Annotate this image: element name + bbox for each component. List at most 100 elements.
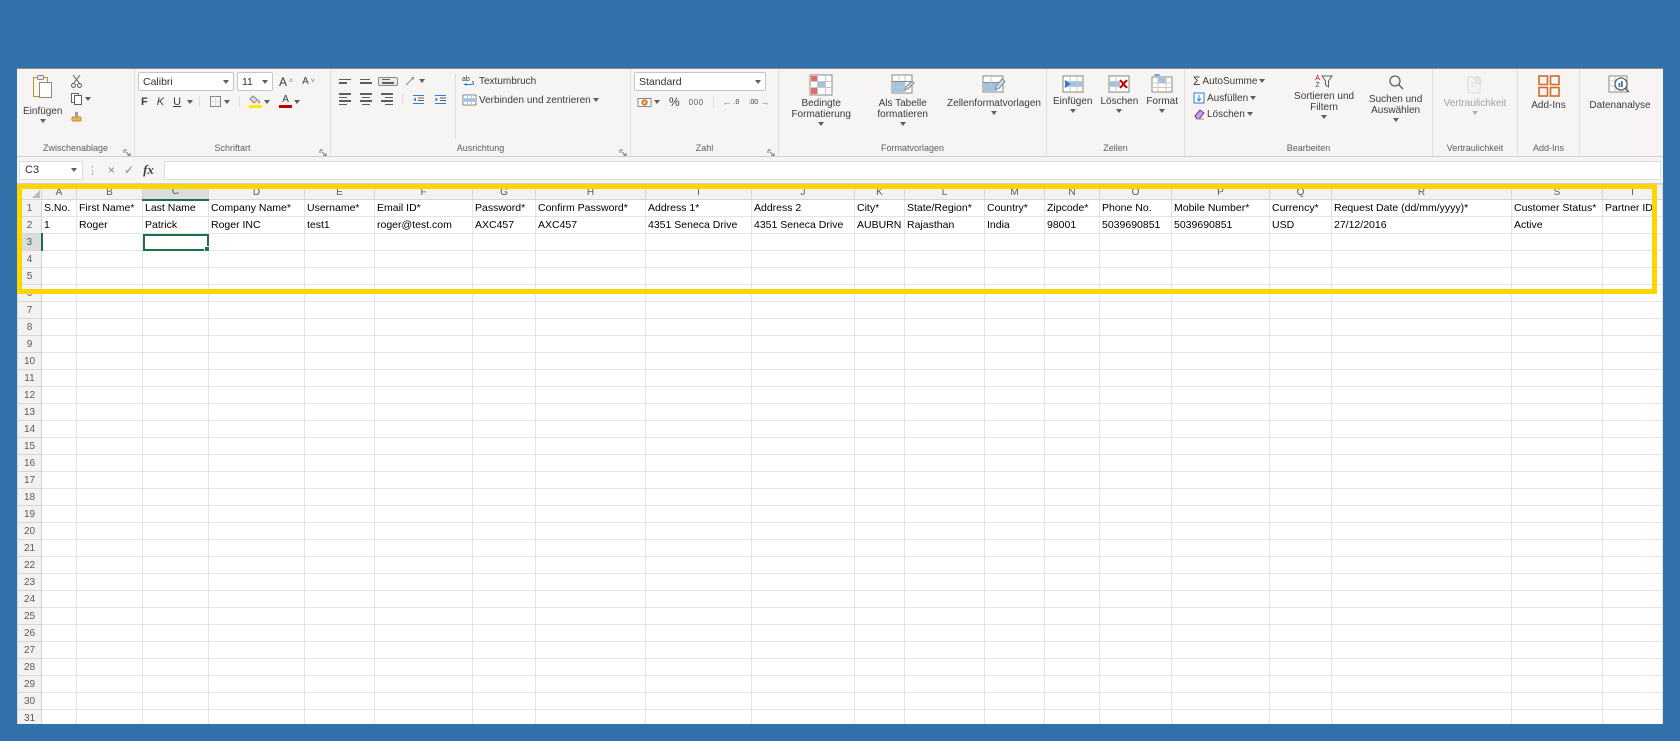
cell-T9[interactable] (1603, 336, 1663, 353)
cell-S18[interactable] (1512, 489, 1603, 506)
cell-A19[interactable] (42, 506, 77, 523)
cell-B30[interactable] (77, 693, 143, 710)
underline-button[interactable]: U (170, 95, 184, 109)
cell-R29[interactable] (1332, 676, 1512, 693)
align-bottom-button[interactable] (378, 77, 398, 86)
cell-C6[interactable] (143, 285, 209, 302)
cell-T6[interactable] (1603, 285, 1663, 302)
cell-G13[interactable] (473, 404, 536, 421)
cell-G6[interactable] (473, 285, 536, 302)
cell-J12[interactable] (752, 387, 855, 404)
cell-G1[interactable]: Password* (473, 200, 536, 217)
cell-L12[interactable] (905, 387, 985, 404)
cell-D5[interactable] (209, 268, 305, 285)
cell-T23[interactable] (1603, 574, 1663, 591)
cell-P30[interactable] (1172, 693, 1270, 710)
cell-H1[interactable]: Confirm Password* (536, 200, 646, 217)
cell-D19[interactable] (209, 506, 305, 523)
cell-O25[interactable] (1100, 608, 1172, 625)
cell-G27[interactable] (473, 642, 536, 659)
cell-A15[interactable] (42, 438, 77, 455)
increase-indent-button[interactable] (431, 93, 450, 106)
cell-S19[interactable] (1512, 506, 1603, 523)
cell-T17[interactable] (1603, 472, 1663, 489)
cell-B23[interactable] (77, 574, 143, 591)
orientation-button[interactable] (401, 74, 428, 88)
cell-A22[interactable] (42, 557, 77, 574)
cell-J19[interactable] (752, 506, 855, 523)
cell-D20[interactable] (209, 523, 305, 540)
cell-J5[interactable] (752, 268, 855, 285)
cell-R8[interactable] (1332, 319, 1512, 336)
column-header-C[interactable]: C (143, 185, 209, 200)
cell-Q1[interactable]: Currency* (1270, 200, 1332, 217)
cell-L29[interactable] (905, 676, 985, 693)
cell-L20[interactable] (905, 523, 985, 540)
cell-S16[interactable] (1512, 455, 1603, 472)
cell-F16[interactable] (375, 455, 473, 472)
cell-B4[interactable] (77, 251, 143, 268)
row-header-4[interactable]: 4 (18, 251, 42, 268)
cell-C3[interactable] (143, 234, 209, 251)
row-header-25[interactable]: 25 (18, 608, 42, 625)
cell-B3[interactable] (77, 234, 143, 251)
cell-H10[interactable] (536, 353, 646, 370)
cell-C1[interactable]: Last Name (143, 200, 209, 217)
cell-C19[interactable] (143, 506, 209, 523)
cell-F20[interactable] (375, 523, 473, 540)
cell-K19[interactable] (855, 506, 905, 523)
cancel-entry-icon[interactable]: × (108, 163, 115, 177)
cell-P27[interactable] (1172, 642, 1270, 659)
cell-Q10[interactable] (1270, 353, 1332, 370)
cell-T27[interactable] (1603, 642, 1663, 659)
cell-M26[interactable] (985, 625, 1045, 642)
cell-J20[interactable] (752, 523, 855, 540)
cell-H2[interactable]: AXC457 (536, 217, 646, 234)
cell-D29[interactable] (209, 676, 305, 693)
cell-P7[interactable] (1172, 302, 1270, 319)
cell-I14[interactable] (646, 421, 752, 438)
cell-B6[interactable] (77, 285, 143, 302)
cell-I27[interactable] (646, 642, 752, 659)
cell-J7[interactable] (752, 302, 855, 319)
cell-K6[interactable] (855, 285, 905, 302)
row-header-8[interactable]: 8 (18, 319, 42, 336)
cell-E31[interactable] (305, 710, 375, 725)
cell-P9[interactable] (1172, 336, 1270, 353)
cell-M27[interactable] (985, 642, 1045, 659)
cell-L25[interactable] (905, 608, 985, 625)
cell-G7[interactable] (473, 302, 536, 319)
cell-E28[interactable] (305, 659, 375, 676)
cell-S29[interactable] (1512, 676, 1603, 693)
row-header-7[interactable]: 7 (18, 302, 42, 319)
cell-B29[interactable] (77, 676, 143, 693)
cell-L4[interactable] (905, 251, 985, 268)
cell-N17[interactable] (1045, 472, 1100, 489)
increase-decimal-button[interactable]: ←.0 (720, 96, 743, 108)
cell-F1[interactable]: Email ID* (375, 200, 473, 217)
cell-E19[interactable] (305, 506, 375, 523)
cell-D8[interactable] (209, 319, 305, 336)
cell-M3[interactable] (985, 234, 1045, 251)
cell-Q24[interactable] (1270, 591, 1332, 608)
comma-style-button[interactable]: 000 (686, 97, 707, 108)
cell-F3[interactable] (375, 234, 473, 251)
cell-I15[interactable] (646, 438, 752, 455)
cell-B10[interactable] (77, 353, 143, 370)
cell-F8[interactable] (375, 319, 473, 336)
cell-A25[interactable] (42, 608, 77, 625)
cell-B25[interactable] (77, 608, 143, 625)
cell-J29[interactable] (752, 676, 855, 693)
cell-E17[interactable] (305, 472, 375, 489)
cell-B1[interactable]: First Name* (77, 200, 143, 217)
cell-N11[interactable] (1045, 370, 1100, 387)
cell-S14[interactable] (1512, 421, 1603, 438)
cell-K9[interactable] (855, 336, 905, 353)
cell-L3[interactable] (905, 234, 985, 251)
row-header-30[interactable]: 30 (18, 693, 42, 710)
name-box-caret[interactable] (71, 168, 77, 172)
cell-S17[interactable] (1512, 472, 1603, 489)
cell-K16[interactable] (855, 455, 905, 472)
cell-N30[interactable] (1045, 693, 1100, 710)
cell-C12[interactable] (143, 387, 209, 404)
